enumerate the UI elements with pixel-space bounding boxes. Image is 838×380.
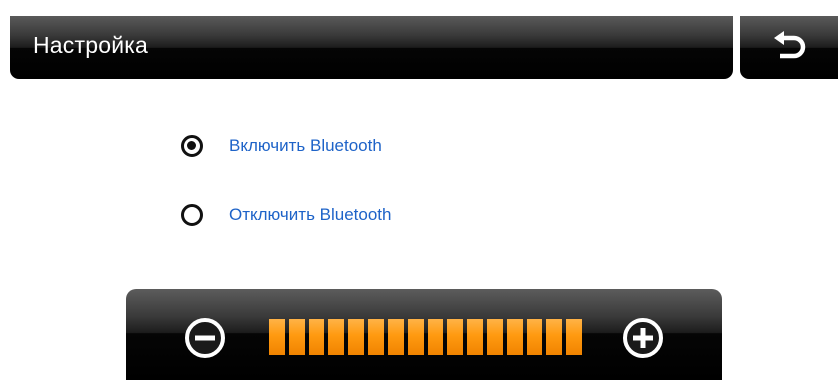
volume-level-segment <box>269 319 285 355</box>
page-title: Настройка <box>33 32 149 58</box>
volume-level-segment <box>427 319 444 355</box>
radio-disable-bluetooth[interactable]: Отключить Bluetooth <box>181 200 392 230</box>
volume-level-segment <box>407 319 424 355</box>
minus-circle-icon <box>185 318 225 358</box>
volume-level-segment <box>546 319 563 355</box>
volume-down-button[interactable] <box>184 317 226 359</box>
volume-up-button[interactable] <box>622 317 664 359</box>
volume-level-segment <box>308 319 325 355</box>
radio-enable-bluetooth[interactable]: Включить Bluetooth <box>181 131 382 161</box>
volume-level-segment <box>526 319 543 355</box>
settings-screen: Настройка Включить Bluetooth Отключить B… <box>0 0 838 380</box>
header-bar: Настройка <box>10 16 733 79</box>
volume-level-segment <box>368 319 384 355</box>
radio-label-disable: Отключить Bluetooth <box>229 205 392 224</box>
volume-level-segment <box>328 319 345 355</box>
volume-level-segment <box>348 319 365 355</box>
volume-level-segment <box>447 319 464 355</box>
volume-control-bar <box>126 289 722 380</box>
back-arrow-icon <box>774 31 806 59</box>
radio-button-unchecked[interactable] <box>181 204 203 226</box>
radio-label-enable: Включить Bluetooth <box>229 136 382 155</box>
volume-level-segment <box>566 319 582 355</box>
volume-level-segment <box>506 319 523 355</box>
volume-level-segment <box>486 319 503 355</box>
back-button[interactable] <box>740 16 838 79</box>
volume-level-segment <box>288 319 305 355</box>
volume-level-segment <box>467 319 483 355</box>
radio-button-checked[interactable] <box>181 135 203 157</box>
plus-circle-icon <box>623 318 663 358</box>
volume-level-meter[interactable] <box>269 319 582 355</box>
volume-level-segment <box>387 319 404 355</box>
